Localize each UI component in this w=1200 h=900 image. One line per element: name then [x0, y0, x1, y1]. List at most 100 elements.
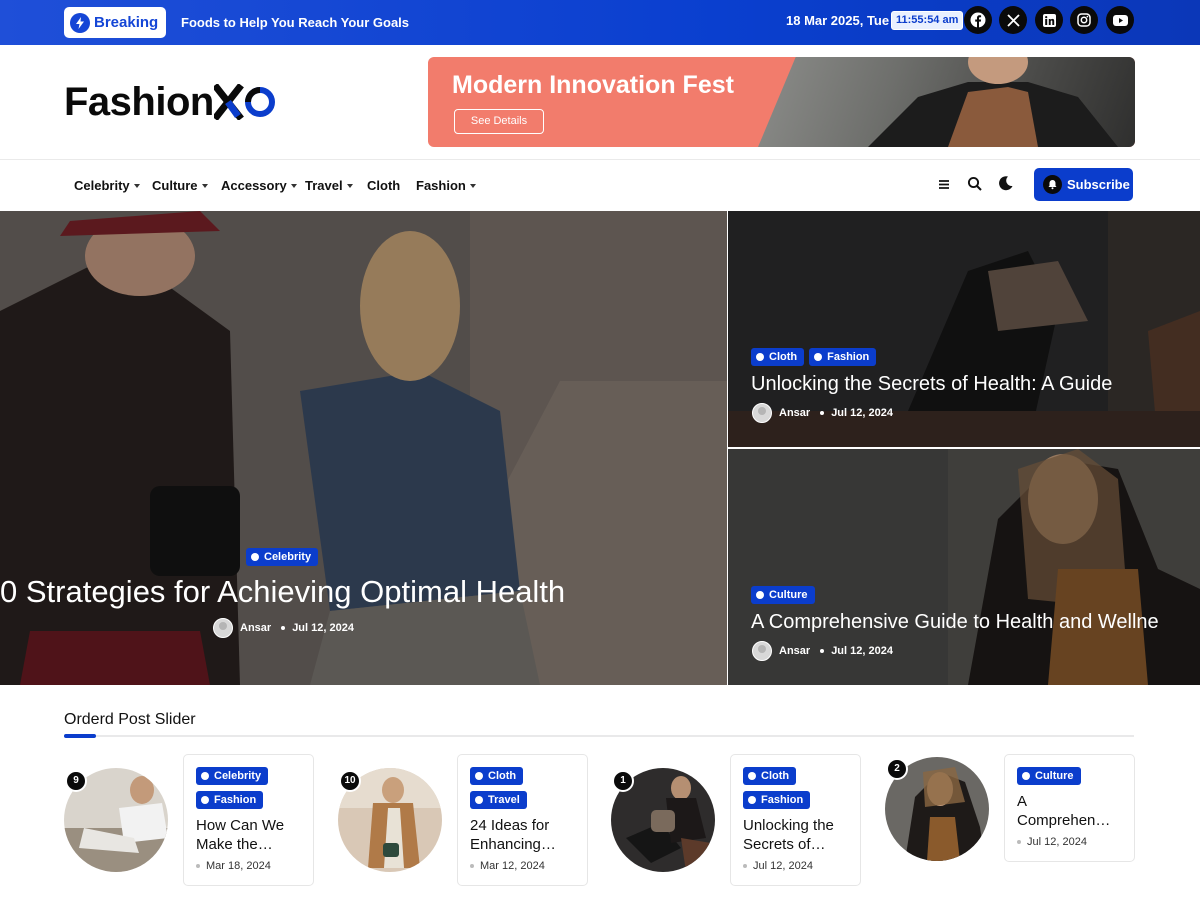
author-name[interactable]: Ansar: [240, 622, 271, 634]
dot-icon: [201, 796, 209, 804]
slide-title-line: 24 Ideas for: [470, 817, 550, 834]
x-icon[interactable]: [999, 6, 1027, 34]
dot-icon: [748, 772, 756, 780]
nav-item-label: Fashion: [416, 178, 466, 193]
hero-side-1-title[interactable]: Unlocking the Secrets of Health: A Guide: [751, 373, 1112, 396]
category-tag[interactable]: Cloth: [470, 767, 524, 785]
tag-label: Cloth: [761, 770, 790, 782]
logo-text: Fashion: [64, 80, 214, 124]
separator-dot: [820, 649, 825, 653]
dark-mode-icon[interactable]: [998, 175, 1014, 191]
nav-item-label: Cloth: [367, 178, 401, 193]
dot-icon: [756, 591, 764, 599]
hero-side-post-2[interactable]: Culture A Comprehensive Guide to Health …: [728, 449, 1200, 685]
post-date: Jul 12, 2024: [292, 622, 354, 634]
slide-title[interactable]: 24 Ideas for Enhancing…: [470, 816, 588, 854]
chevron-down-icon: [346, 183, 353, 188]
category-tag[interactable]: Celebrity: [196, 767, 269, 785]
dot-icon: [1022, 772, 1030, 780]
nav-item-culture[interactable]: Culture: [152, 178, 208, 193]
dot-icon: [475, 796, 483, 804]
dot-icon: [756, 353, 764, 361]
breaking-badge: Breaking: [64, 7, 166, 38]
nav-item-celebrity[interactable]: Celebrity: [74, 178, 140, 193]
hero-overlay: [0, 211, 727, 685]
lightning-icon: [70, 12, 90, 33]
post-date: Mar 12, 2024: [480, 860, 545, 872]
slide-title-line: Unlocking the: [743, 817, 834, 834]
nav-item-label: Culture: [152, 178, 198, 193]
slide-title[interactable]: Unlocking the Secrets of…: [743, 816, 861, 854]
nav-item-travel[interactable]: Travel: [305, 178, 353, 193]
slide-card[interactable]: Cloth Travel 24 Ideas for Enhancing… Mar …: [457, 754, 588, 886]
menu-icon[interactable]: [936, 176, 952, 192]
slide-date: Jul 12, 2024: [1017, 836, 1134, 848]
slide-title[interactable]: How Can We Make the…: [196, 816, 314, 854]
hero-main-meta: Ansar Jul 12, 2024: [213, 618, 354, 638]
tag-label: Celebrity: [214, 770, 262, 782]
youtube-icon[interactable]: [1106, 6, 1134, 34]
subscribe-label: Subscribe: [1067, 177, 1130, 192]
avatar: [752, 641, 772, 661]
category-tag[interactable]: Fashion: [809, 348, 877, 366]
subscribe-button[interactable]: Subscribe: [1034, 168, 1133, 201]
nav-item-label: Travel: [305, 178, 343, 193]
post-date: Jul 12, 2024: [831, 407, 893, 419]
hero-side-1-tags: Cloth Fashion: [751, 348, 881, 366]
slide-date: Jul 12, 2024: [743, 860, 860, 872]
category-tag[interactable]: Cloth: [743, 767, 797, 785]
dot-icon: [814, 353, 823, 361]
slide-card[interactable]: Culture A Comprehen… Jul 12, 2024: [1004, 754, 1135, 862]
top-bar: Breaking Foods to Help You Reach Your Go…: [0, 0, 1200, 45]
instagram-icon[interactable]: [1070, 6, 1098, 34]
hero-main-post[interactable]: Celebrity 0 Strategies for Achieving Opt…: [0, 211, 727, 685]
see-details-button[interactable]: See Details: [454, 109, 544, 134]
tag-label: Travel: [488, 794, 520, 806]
breaking-news-link[interactable]: Foods to Help You Reach Your Goals: [181, 15, 409, 30]
banner-photo: [758, 57, 1135, 147]
search-icon[interactable]: [967, 176, 983, 192]
nav-item-label: Celebrity: [74, 178, 130, 193]
chevron-down-icon: [133, 183, 140, 188]
hero-main-title[interactable]: 0 Strategies for Achieving Optimal Healt…: [0, 574, 565, 610]
category-tag[interactable]: Fashion: [196, 791, 264, 809]
nav-item-accessory[interactable]: Accessory: [221, 178, 297, 193]
post-date: Mar 18, 2024: [206, 860, 271, 872]
slide-title-line: A: [1017, 793, 1028, 810]
category-tag[interactable]: Culture: [751, 586, 815, 604]
author-name[interactable]: Ansar: [779, 407, 810, 419]
hero-side-post-1[interactable]: Cloth Fashion Unlocking the Secrets of H…: [728, 211, 1200, 447]
category-tag[interactable]: Culture: [1017, 767, 1081, 785]
site-logo[interactable]: Fashion: [64, 80, 280, 124]
separator-dot: [196, 864, 200, 868]
linkedin-icon[interactable]: [1035, 6, 1063, 34]
separator-dot: [470, 864, 474, 868]
author-name[interactable]: Ansar: [779, 645, 810, 657]
nav-item-cloth[interactable]: Cloth: [367, 178, 400, 193]
slide-title-line: Enhancing…: [470, 836, 556, 853]
slide-title-line: Secrets of…: [743, 836, 826, 853]
category-tag[interactable]: Fashion: [743, 791, 811, 809]
facebook-icon[interactable]: [964, 6, 992, 34]
nav-item-fashion[interactable]: Fashion: [416, 178, 476, 193]
order-number-badge: 9: [65, 770, 87, 792]
nav-item-label: Accessory: [221, 178, 287, 193]
category-tag[interactable]: Travel: [470, 791, 527, 809]
category-tag[interactable]: Celebrity: [246, 548, 319, 566]
post-date: Jul 12, 2024: [831, 645, 893, 657]
slide-title[interactable]: A Comprehen…: [1017, 792, 1135, 830]
post-date: Jul 12, 2024: [753, 860, 813, 872]
ad-banner[interactable]: Modern Innovation Fest See Details: [428, 57, 1135, 147]
breaking-label: Breaking: [94, 14, 159, 31]
hero-side-2-tags: Culture: [751, 586, 820, 604]
slide-card[interactable]: Cloth Fashion Unlocking the Secrets of… J…: [730, 754, 861, 886]
tag-label: Fashion: [827, 351, 870, 363]
tag-label: Cloth: [769, 351, 798, 363]
chevron-down-icon: [469, 183, 476, 188]
category-tag[interactable]: Cloth: [751, 348, 805, 366]
slide-date: Mar 12, 2024: [470, 860, 587, 872]
slide-card[interactable]: Celebrity Fashion How Can We Make the… Ma…: [183, 754, 314, 886]
dot-icon: [201, 772, 209, 780]
hero-side-2-title[interactable]: A Comprehensive Guide to Health and Well…: [751, 611, 1159, 634]
separator-dot: [1017, 840, 1021, 844]
